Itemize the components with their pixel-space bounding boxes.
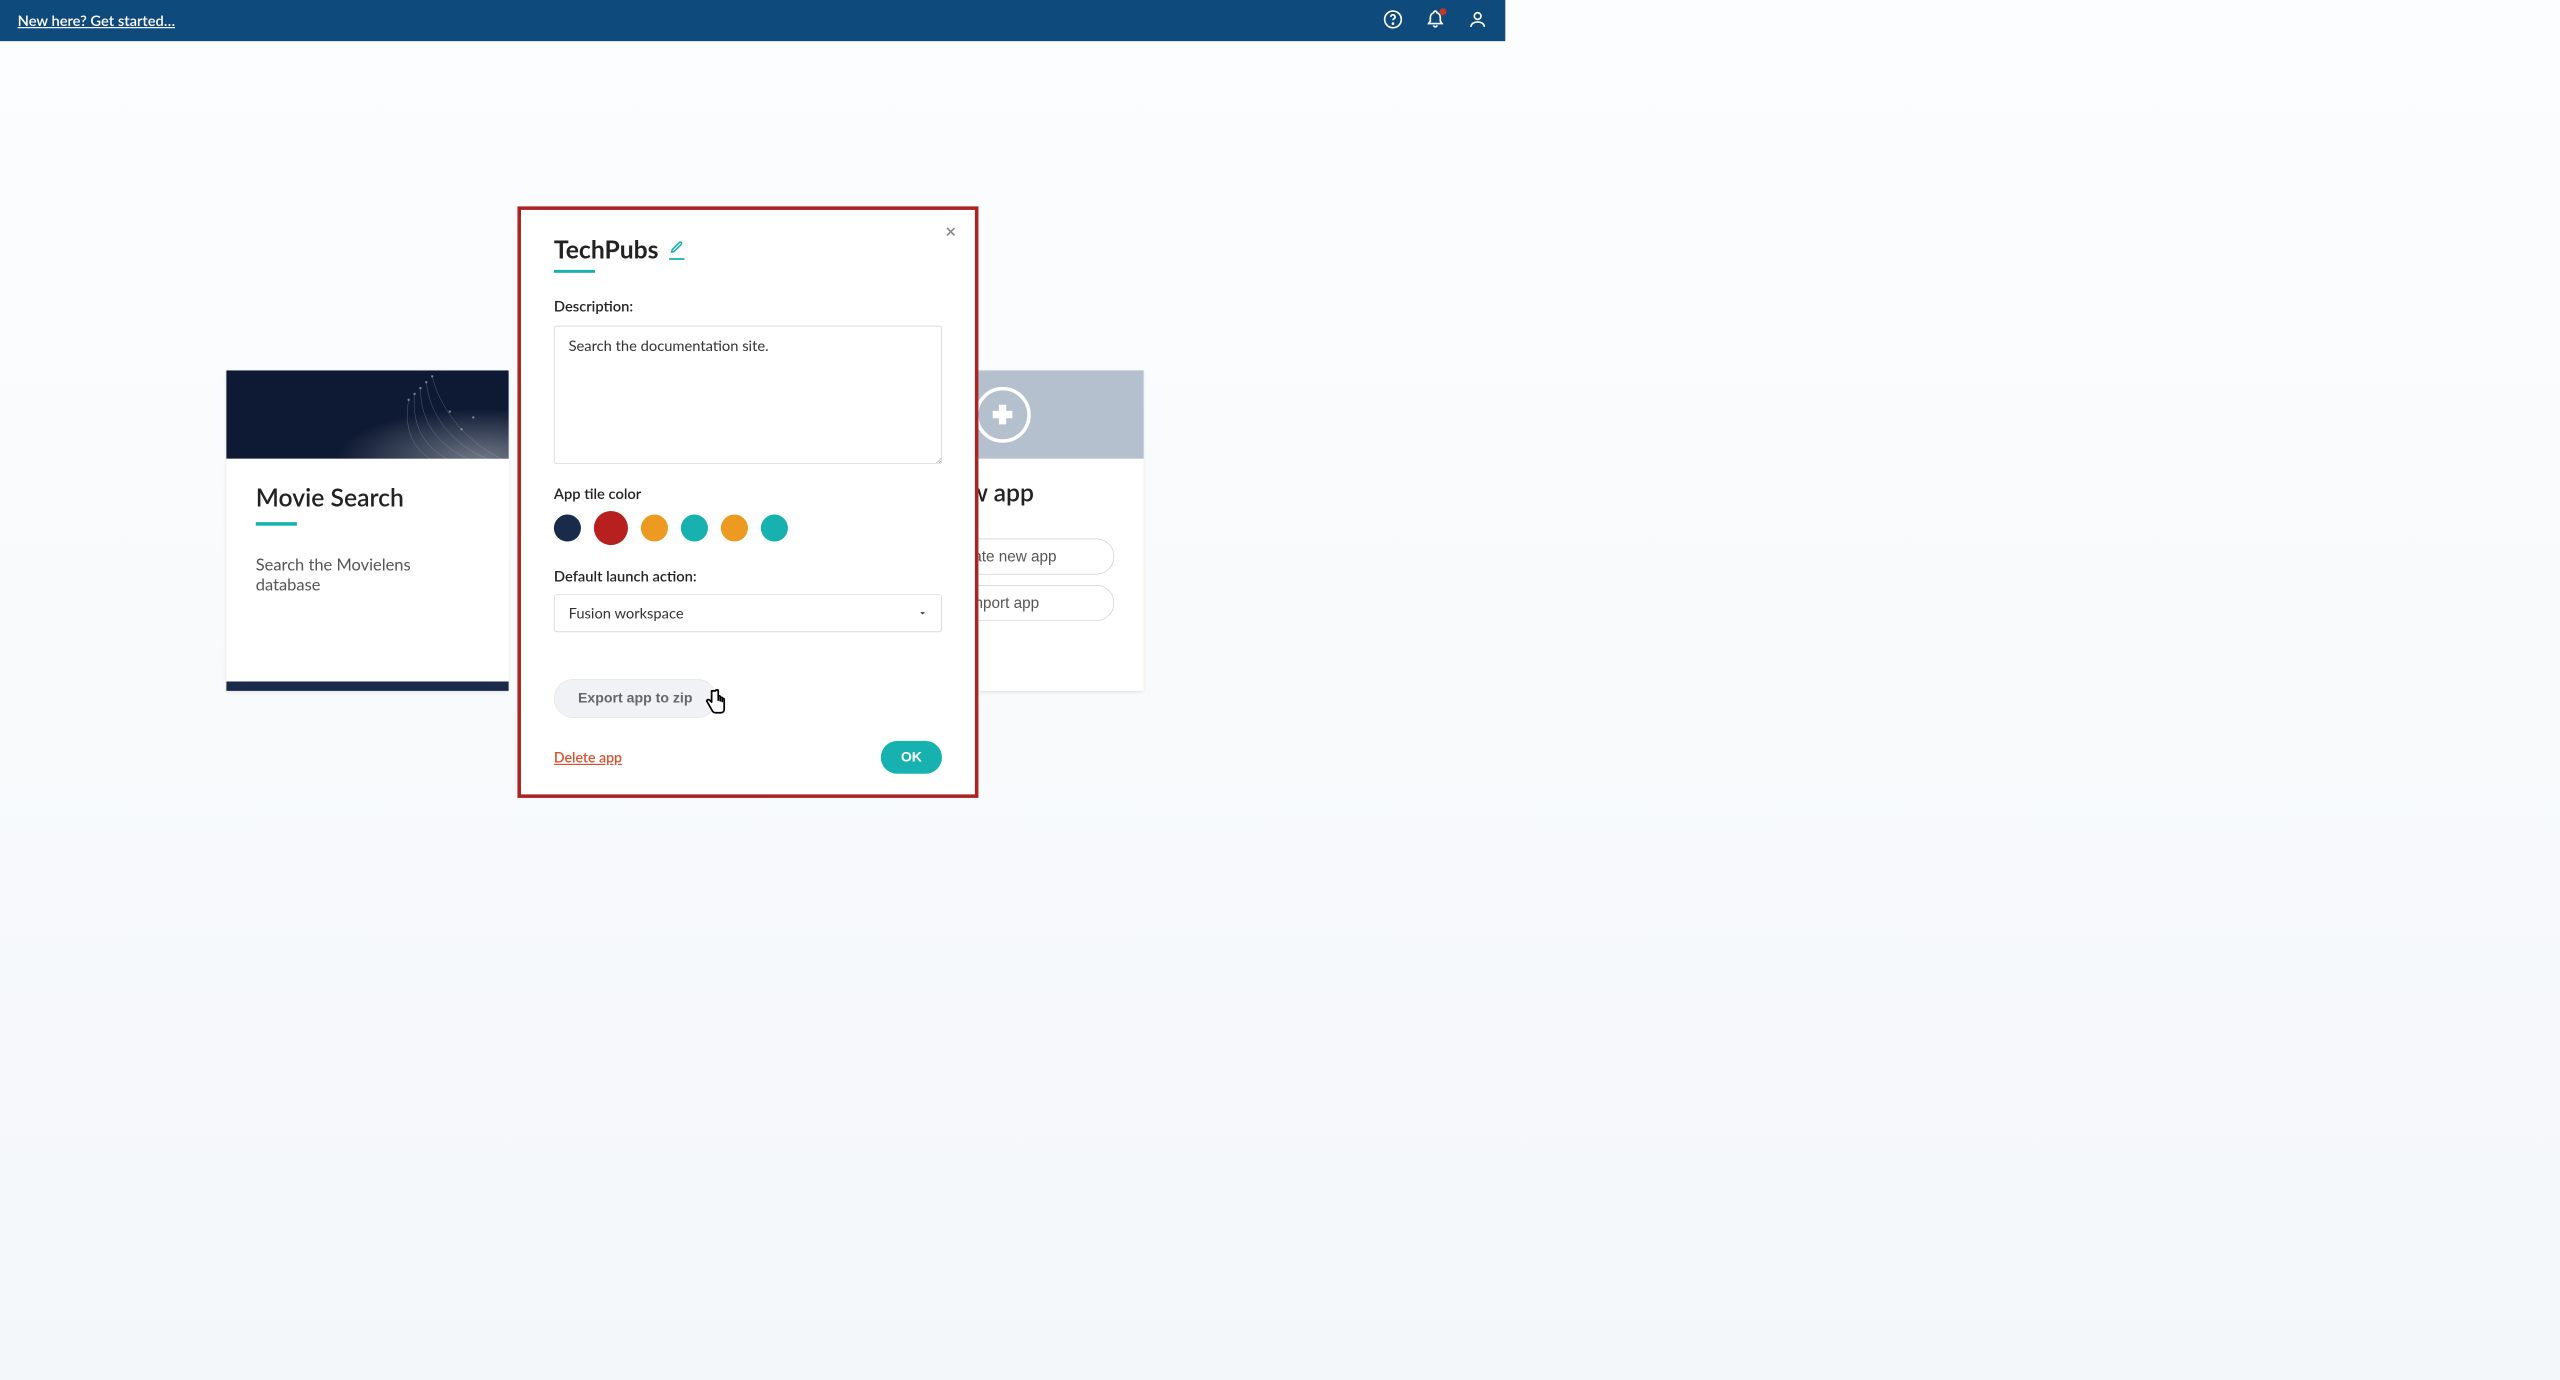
notifications-icon[interactable] — [1425, 9, 1445, 31]
color-swatch-navy[interactable] — [554, 515, 581, 542]
app-card-movie-search[interactable]: Movie Search Search the Movielens databa… — [226, 370, 508, 690]
plus-circle-icon[interactable] — [975, 387, 1031, 443]
color-swatch-orange2[interactable] — [721, 515, 748, 542]
top-bar: New here? Get started… — [0, 0, 1505, 41]
ok-button[interactable]: OK — [881, 741, 942, 774]
user-icon[interactable] — [1468, 9, 1488, 31]
color-swatch-teal[interactable] — [681, 515, 708, 542]
help-icon[interactable] — [1383, 9, 1403, 31]
modal-title: TechPubs — [554, 235, 659, 264]
app-card-banner — [226, 370, 508, 458]
title-underline — [554, 270, 595, 273]
tile-color-label: App tile color — [554, 485, 942, 503]
top-icons — [1383, 9, 1488, 31]
launch-action-value: Fusion workspace — [569, 604, 684, 622]
color-swatch-teal2[interactable] — [761, 515, 788, 542]
title-underline — [256, 522, 297, 526]
app-card-description: Search the Movielens database — [256, 554, 479, 594]
color-swatch-orange[interactable] — [641, 515, 668, 542]
launch-action-label: Default launch action: — [554, 567, 942, 585]
app-settings-modal: TechPubs Description: App tile color Def… — [517, 206, 978, 798]
swirl-graphic-icon — [356, 370, 509, 458]
color-swatch-row — [554, 515, 942, 546]
description-label: Description: — [554, 298, 942, 316]
get-started-link[interactable]: New here? Get started… — [18, 12, 175, 30]
launch-action-select[interactable]: Fusion workspace — [554, 594, 942, 632]
app-card-title: Movie Search — [256, 482, 479, 511]
color-swatch-red[interactable] — [594, 511, 628, 545]
export-app-button[interactable]: Export app to zip — [554, 679, 717, 718]
notification-dot-icon — [1439, 8, 1446, 15]
app-card-footer-stripe — [226, 681, 508, 690]
chevron-down-icon — [918, 609, 927, 618]
edit-title-icon[interactable] — [669, 239, 684, 260]
description-textarea[interactable] — [554, 326, 942, 464]
close-icon[interactable] — [944, 225, 957, 240]
delete-app-link[interactable]: Delete app — [554, 749, 622, 766]
